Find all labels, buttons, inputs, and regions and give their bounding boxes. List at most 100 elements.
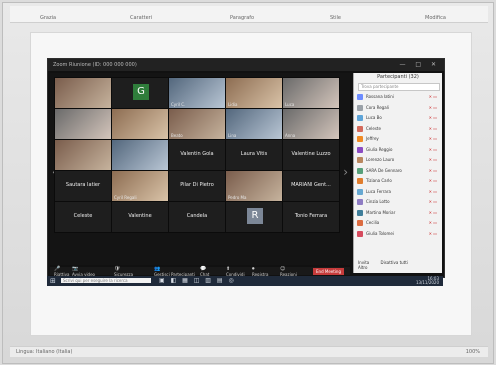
tile-center-name: Sautara Iatier — [65, 182, 101, 188]
window-controls[interactable]: — □ ✕ — [399, 61, 440, 68]
window-title-bar: Zoom Riunione (ID: 000 000 000) — □ ✕ — [48, 59, 444, 71]
video-tile[interactable]: Celeste — [54, 201, 112, 233]
video-tile[interactable]: Valentine Luzzo — [282, 139, 340, 171]
mic-camera-status-icon: ✕ ▭ — [428, 220, 437, 225]
video-tile[interactable]: Candela — [168, 201, 226, 233]
video-tile[interactable]: MARIANI Gent... — [282, 170, 340, 202]
video-tile[interactable]: Lina — [225, 108, 283, 140]
tile-name: Pedro Ma — [228, 195, 247, 200]
video-tile[interactable]: Cyril Regali — [111, 170, 169, 202]
participant-row[interactable]: Luca Bo ✕ ▭ — [357, 114, 439, 122]
ribbon-label: Caratteri — [130, 15, 153, 21]
video-tile[interactable] — [54, 108, 112, 140]
mic-camera-status-icon: ✕ ▭ — [428, 188, 437, 194]
participant-avatar-icon — [357, 188, 363, 195]
video-tile[interactable] — [111, 108, 169, 140]
participant-avatar-icon — [357, 199, 363, 205]
participant-name: Celeste — [366, 125, 381, 131]
next-page-arrow-icon[interactable]: › — [343, 165, 348, 179]
participant-avatar-icon — [357, 157, 363, 163]
video-tile[interactable]: Lidia — [225, 77, 283, 109]
participant-avatar-icon — [357, 209, 363, 216]
participant-row[interactable]: Rossana Iatini ✕ ▭ — [357, 93, 439, 101]
participant-avatar-icon — [357, 94, 363, 100]
end-meeting-button[interactable]: End Meeting — [313, 268, 344, 275]
participant-row[interactable]: Jeffrey ✕ ▭ — [357, 135, 439, 143]
mute-all-button[interactable]: Disattiva tutti — [381, 260, 408, 265]
participant-name: Martina Moriar — [366, 209, 396, 215]
video-tile[interactable]: Valentine — [111, 201, 169, 233]
participant-avatar-icon: G — [133, 84, 149, 100]
participant-row[interactable]: Cora Regali ✕ ▭ — [357, 104, 439, 112]
video-tile[interactable]: G — [111, 77, 169, 109]
participant-row[interactable]: Martina Moriar ✕ ▭ — [357, 209, 439, 217]
mic-camera-status-icon: ✕ ▭ — [428, 157, 437, 162]
mic-camera-status-icon: ✕ ▭ — [428, 199, 437, 204]
video-tile[interactable]: Pedro Ma — [225, 170, 283, 202]
participant-row[interactable]: SARA De Gennaro ✕ ▭ — [357, 167, 439, 175]
panel-footer: Invita Disattiva tutti Altro — [358, 260, 438, 270]
tile-center-name: Celeste — [73, 213, 93, 219]
mic-camera-status-icon: ✕ ▭ — [428, 178, 437, 183]
windows-start-icon[interactable]: ⊞ — [50, 277, 56, 285]
participant-search-input[interactable]: Trova partecipante — [358, 83, 440, 91]
participant-name: Giulia Tolomei — [366, 230, 394, 236]
participant-avatar-icon — [357, 146, 363, 153]
participant-row[interactable]: Cecilia ✕ ▭ — [357, 219, 439, 227]
tile-name: Beato — [171, 133, 183, 138]
video-tile[interactable]: Tonio Ferrara — [282, 201, 340, 233]
taskbar-search-input[interactable]: Scrivi qui per eseguire la ricerca — [61, 278, 151, 283]
participant-row[interactable]: Giulia Reggio ✕ ▭ — [357, 146, 439, 154]
status-right: 100% — [465, 349, 480, 355]
status-left: Lingua: Italiano (Italia) — [16, 349, 73, 355]
tile-name: Cyril Regali — [114, 195, 137, 200]
video-tile[interactable]: Anna — [282, 108, 340, 140]
video-tile[interactable]: Beato — [168, 108, 226, 140]
participant-avatar-icon: R — [247, 208, 263, 224]
video-tile[interactable]: Valentin Gola — [168, 139, 226, 171]
tile-name: Luca — [285, 102, 295, 107]
participant-name: Tiziana Carlo — [366, 178, 392, 183]
mic-camera-status-icon: ✕ ▭ — [428, 167, 437, 173]
participant-row[interactable]: Luca Ferrara ✕ ▭ — [357, 188, 439, 196]
taskbar-app-icons[interactable]: ▣ ◧ ▦ ◫ ▥ ▤ ◎ — [159, 277, 236, 284]
mic-camera-status-icon: ✕ ▭ — [428, 136, 437, 141]
video-tile[interactable]: R — [225, 201, 283, 233]
participant-row[interactable]: Cinzia Lotto ✕ ▭ — [357, 198, 439, 206]
participant-name: Cecilia — [366, 220, 380, 225]
video-tile[interactable]: Sautara Iatier — [54, 170, 112, 202]
participant-avatar-icon — [357, 220, 363, 226]
tile-center-name: Laura Vitis — [240, 151, 268, 157]
tile-center-name: Valentin Gola — [180, 151, 214, 157]
word-ribbon: Grazia Caratteri Paragrafo Stile Modific… — [10, 6, 488, 23]
tile-name: Lidia — [228, 102, 238, 107]
mic-camera-status-icon: ✕ ▭ — [428, 146, 437, 152]
participant-row[interactable]: Giulia Tolomei ✕ ▭ — [357, 230, 439, 238]
windows-taskbar: ⊞ Scrivi qui per eseguire la ricerca ▣ ◧… — [47, 276, 443, 286]
participant-row[interactable]: Lorenzo Lauro ✕ ▭ — [357, 156, 439, 164]
video-tile[interactable] — [111, 139, 169, 171]
video-gallery: ‹ › GCyril C.LidiaLucaBeatoLinaAnnaValen… — [50, 73, 350, 265]
video-tile[interactable]: Laura Vitis — [225, 139, 283, 171]
video-tile[interactable] — [54, 139, 112, 171]
taskbar-clock[interactable]: 16:03 13/11/2020 — [416, 277, 439, 285]
participant-name: Lorenzo Lauro — [366, 157, 395, 162]
mic-camera-status-icon: ✕ ▭ — [428, 125, 437, 131]
participant-row[interactable]: Tiziana Carlo ✕ ▭ — [357, 177, 439, 185]
participant-name: Luca Ferrara — [366, 188, 391, 194]
video-tile[interactable] — [54, 77, 112, 109]
participants-panel: Partecipanti (32) Trova partecipante Ros… — [353, 73, 442, 273]
tile-center-name: Pilar Di Pietro — [180, 182, 214, 188]
tile-center-name: MARIANI Gent... — [291, 182, 331, 188]
more-button[interactable]: Altro — [358, 265, 367, 270]
participant-avatar-icon — [357, 136, 363, 142]
video-tile[interactable]: Pilar Di Pietro — [168, 170, 226, 202]
participant-name: Luca Bo — [366, 115, 382, 120]
meeting-toolbar: 🎤 Riattiva 📷 Avvia video 🛡 Sicurezza 👥 Gestisci… — [50, 267, 350, 277]
mic-camera-status-icon: ✕ ▭ — [428, 209, 437, 215]
video-tile[interactable]: Luca — [282, 77, 340, 109]
participant-name: Cora Regali — [366, 104, 389, 110]
tile-center-name: Candela — [186, 213, 208, 219]
participant-row[interactable]: Celeste ✕ ▭ — [357, 125, 439, 133]
video-tile[interactable]: Cyril C. — [168, 77, 226, 109]
